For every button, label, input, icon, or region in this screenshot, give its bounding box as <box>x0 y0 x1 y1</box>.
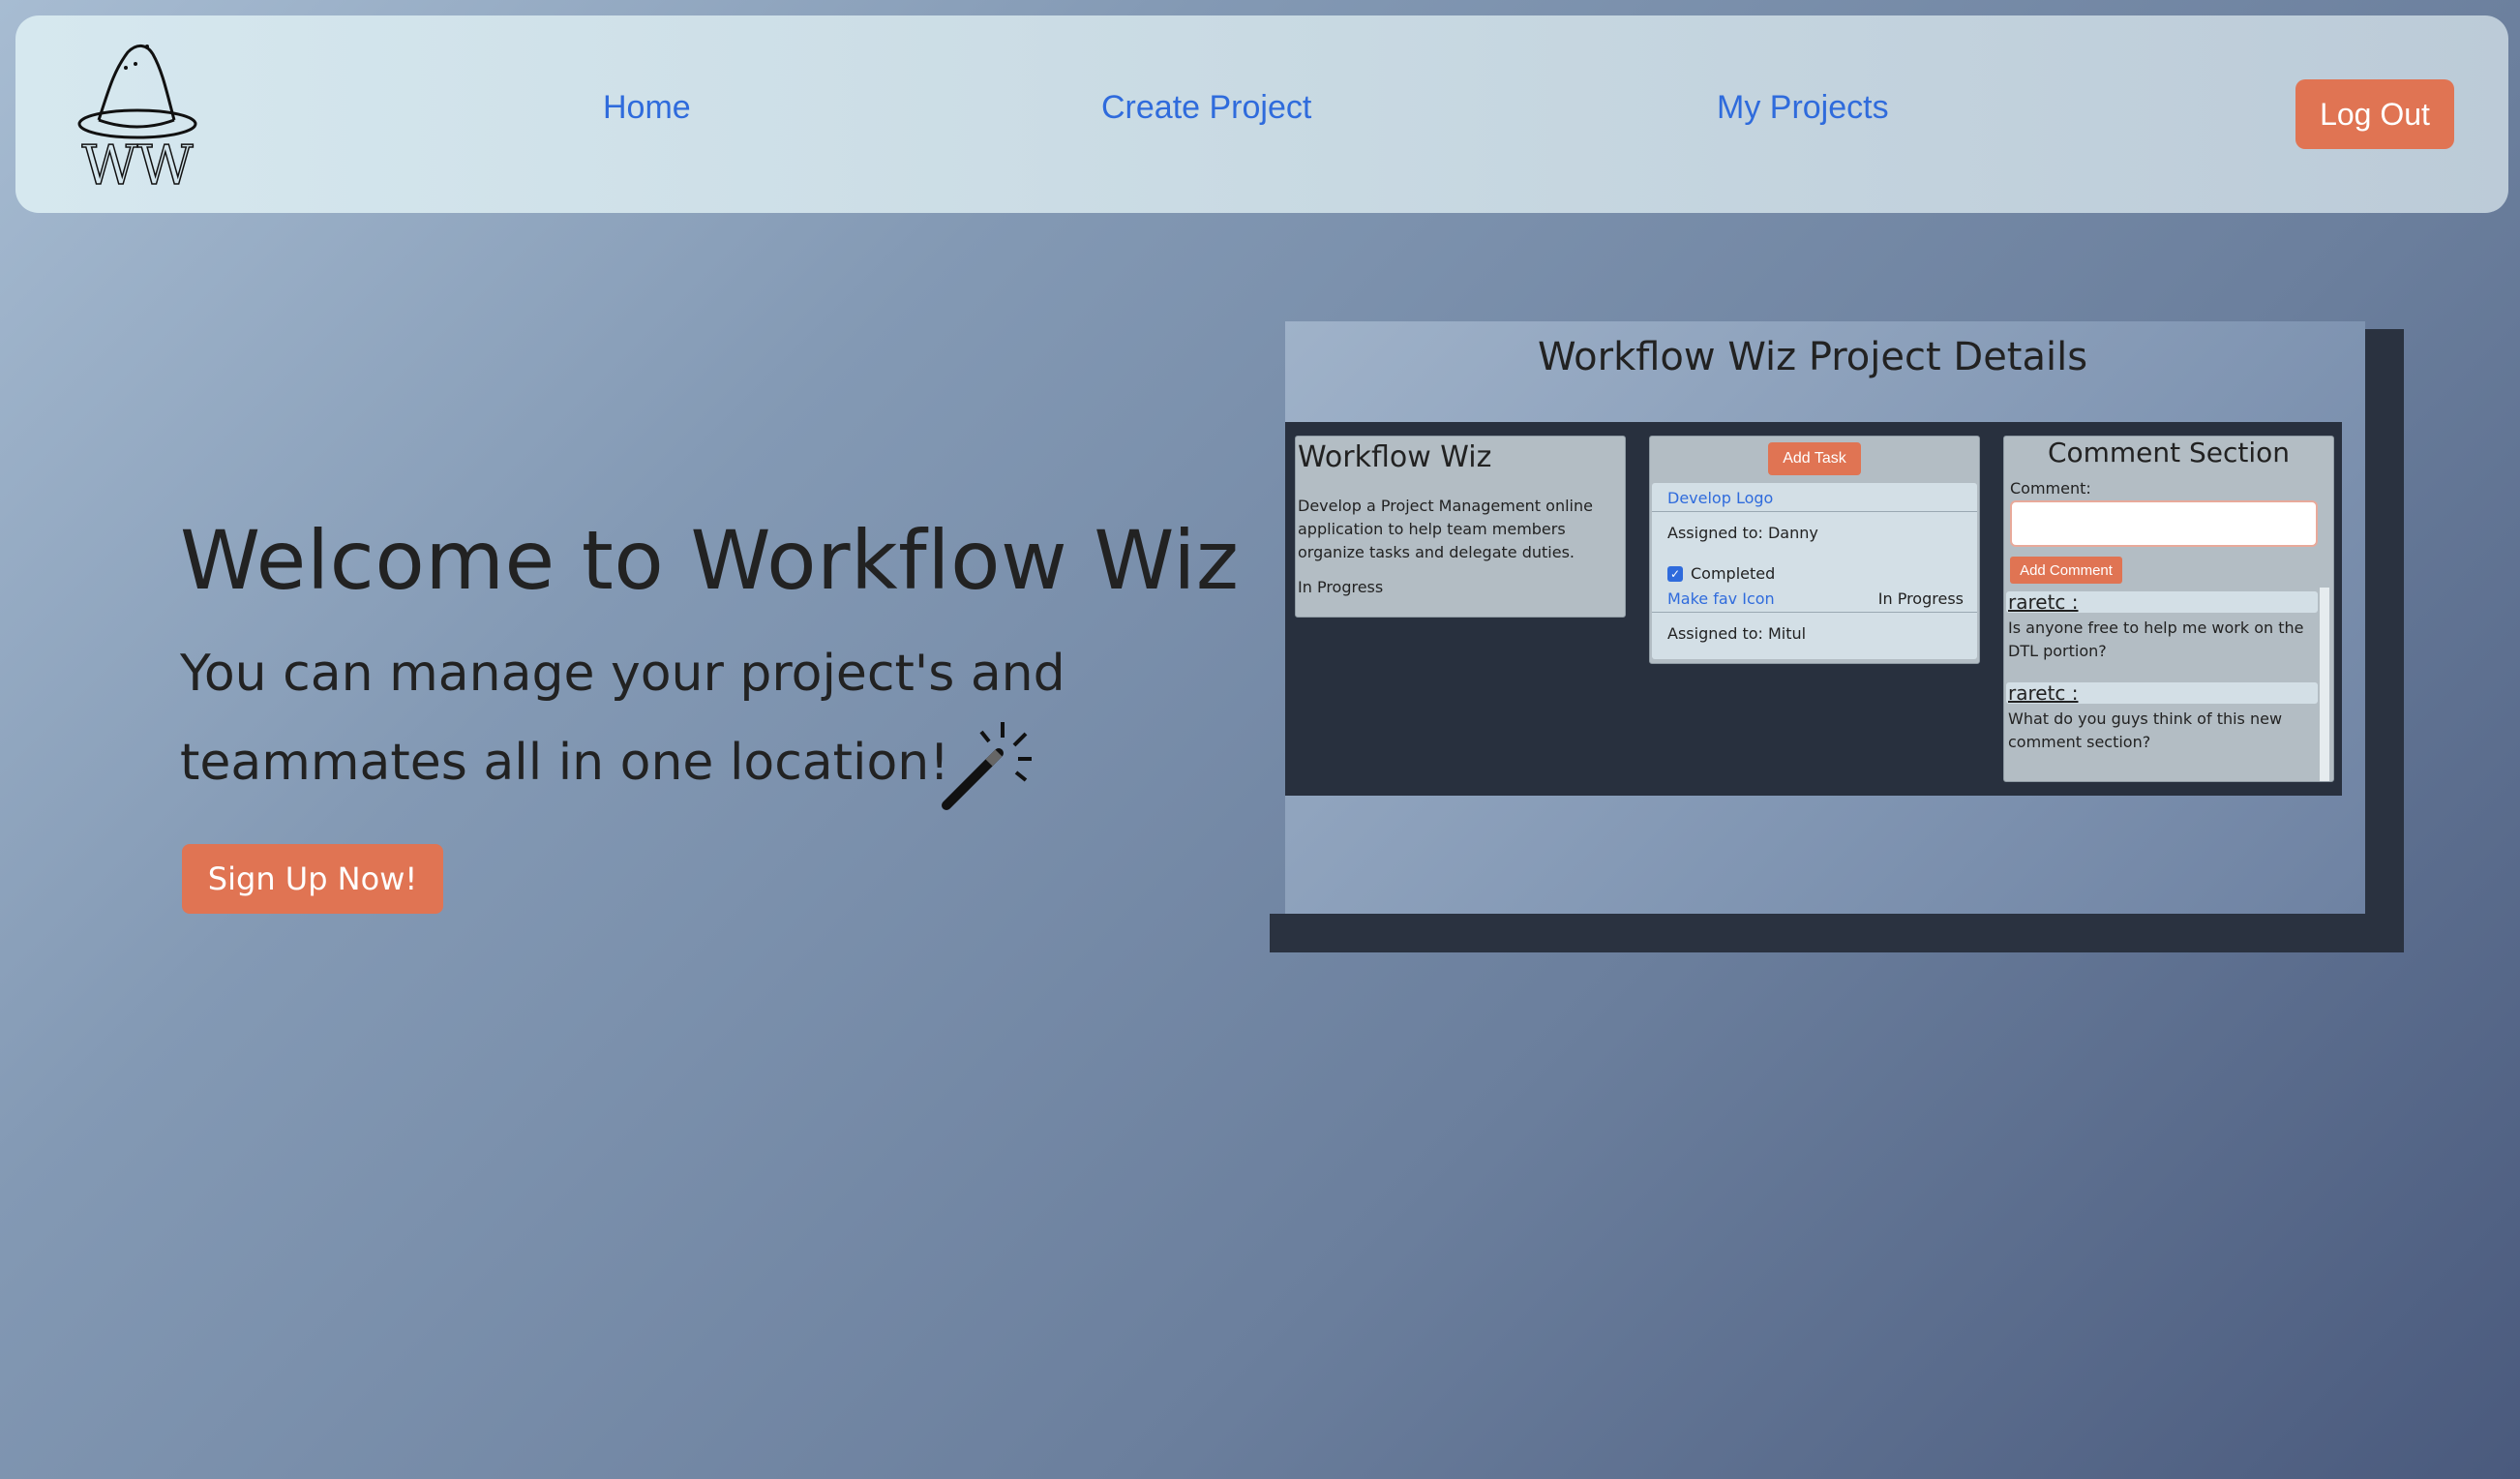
task-assignee: Assigned to: Danny <box>1667 524 1818 542</box>
comment-section-title: Comment Section <box>2047 437 2291 468</box>
logout-button[interactable]: Log Out <box>2295 79 2454 149</box>
task-link[interactable]: Develop Logo <box>1667 489 1773 507</box>
task-status: In Progress <box>1877 589 1964 608</box>
magic-wand-icon <box>942 722 1032 810</box>
nav-link-create-project[interactable]: Create Project <box>1101 89 1311 127</box>
completed-label: Completed <box>1691 564 1776 583</box>
preview-shadow <box>2365 329 2404 952</box>
tasks-card: Add Task Develop Logo Assigned to: Danny… <box>1649 436 1980 664</box>
task-header: Make fav Icon In Progress <box>1652 584 1977 613</box>
comment-user: raretc : <box>2006 591 2318 613</box>
task-link[interactable]: Make fav Icon <box>1667 589 1775 608</box>
comments-list: raretc : Is anyone free to help me work … <box>2006 591 2322 781</box>
project-card: Workflow Wiz Develop a Project Managemen… <box>1295 436 1626 618</box>
comment-label: Comment: <box>2010 479 2091 498</box>
nav-link-home[interactable]: Home <box>603 89 691 127</box>
completed-checkbox[interactable]: ✓ <box>1667 565 1683 582</box>
project-status: In Progress <box>1298 578 1384 596</box>
task-assignee: Assigned to: Mitul <box>1667 624 1807 643</box>
comment-input[interactable] <box>2010 500 2318 547</box>
preview-title: Workflow Wiz Project Details <box>1537 335 2088 379</box>
nav-link-my-projects[interactable]: My Projects <box>1717 89 1889 127</box>
comment-text: What do you guys think of this new comme… <box>2008 709 2283 751</box>
wizard-hat-logo[interactable]: WW <box>70 33 205 190</box>
comment-user: raretc : <box>2006 682 2318 704</box>
hero-title: Welcome to Workflow Wiz <box>180 513 1240 608</box>
logo-text: WW <box>81 135 194 190</box>
navbar: WW Home Create Project My Projects Log O… <box>15 15 2508 213</box>
task-item: Make fav Icon In Progress Assigned to: M… <box>1652 584 1977 659</box>
project-details-preview: Workflow Wiz Project Details Workflow Wi… <box>1285 321 2365 914</box>
completed-row: ✓ Completed <box>1667 564 1775 583</box>
comment-section-card: Comment Section Comment: Add Comment rar… <box>2003 436 2334 782</box>
project-description: Develop a Project Management online appl… <box>1298 497 1593 561</box>
comment-text: Is anyone free to help me work on the DT… <box>2008 619 2304 660</box>
add-task-button[interactable]: Add Task <box>1768 442 1861 475</box>
signup-button[interactable]: Sign Up Now! <box>182 844 443 914</box>
project-name: Workflow Wiz <box>1298 440 1492 474</box>
preview-panel: Workflow Wiz Develop a Project Managemen… <box>1285 422 2342 796</box>
add-comment-button[interactable]: Add Comment <box>2010 557 2122 584</box>
task-header: Develop Logo <box>1652 483 1977 512</box>
preview-shadow <box>1270 914 2404 952</box>
